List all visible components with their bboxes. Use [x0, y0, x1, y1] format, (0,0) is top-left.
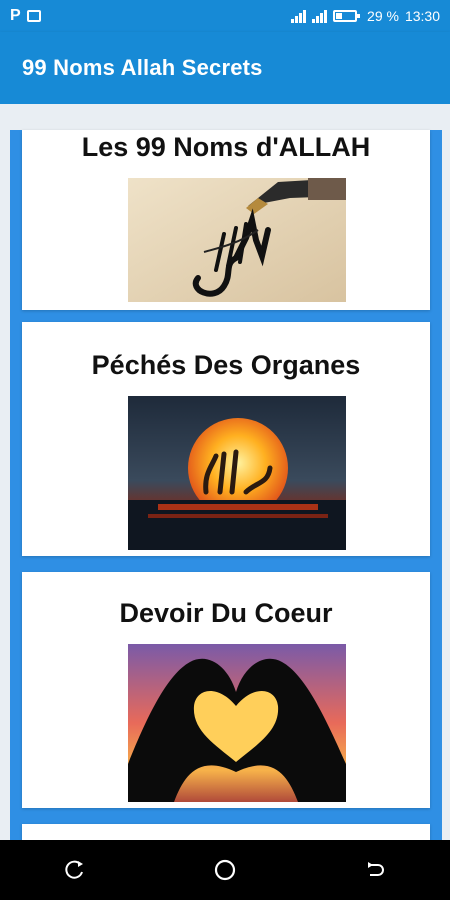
app-bar: 99 Noms Allah Secrets: [0, 32, 450, 104]
image-icon: [26, 10, 41, 22]
battery-icon: [333, 10, 361, 22]
card-title: Devoir Du Coeur: [119, 598, 333, 628]
battery-percent: 29 %: [367, 8, 399, 24]
app-title: 99 Noms Allah Secrets: [22, 55, 263, 80]
recent-apps-button[interactable]: [51, 846, 99, 894]
content-area[interactable]: Les 99 Noms d'ALLAH Péchés Des Organes D…: [0, 104, 450, 840]
home-button[interactable]: [201, 846, 249, 894]
menu-card-99-names[interactable]: Les 99 Noms d'ALLAH: [22, 130, 430, 310]
menu-list: Les 99 Noms d'ALLAH Péchés Des Organes D…: [10, 130, 442, 840]
card-title: Péchés Des Organes: [91, 350, 361, 380]
signal-icon: [312, 9, 328, 23]
status-right: 29 % 13:30: [291, 8, 440, 24]
menu-card-heart-duty[interactable]: Devoir Du Coeur: [22, 572, 430, 808]
home-icon: [214, 859, 236, 881]
calligraphy-pen-image: [128, 178, 346, 302]
recent-apps-icon: [65, 860, 83, 879]
clock: 13:30: [404, 8, 440, 24]
sunset-calligraphy-image: [128, 396, 346, 550]
heart-hands-image: [128, 644, 346, 802]
menu-card-next[interactable]: [22, 824, 430, 840]
status-left: P: [10, 7, 41, 25]
p-icon: P: [10, 7, 21, 24]
back-icon: [368, 862, 384, 876]
navigation-bar: [0, 840, 450, 900]
status-bar: P 29 % 13:30: [0, 0, 450, 32]
back-button[interactable]: [351, 846, 399, 894]
menu-card-sins[interactable]: Péchés Des Organes: [22, 322, 430, 556]
card-title: Les 99 Noms d'ALLAH: [81, 132, 371, 162]
signal-icon: [291, 9, 307, 23]
